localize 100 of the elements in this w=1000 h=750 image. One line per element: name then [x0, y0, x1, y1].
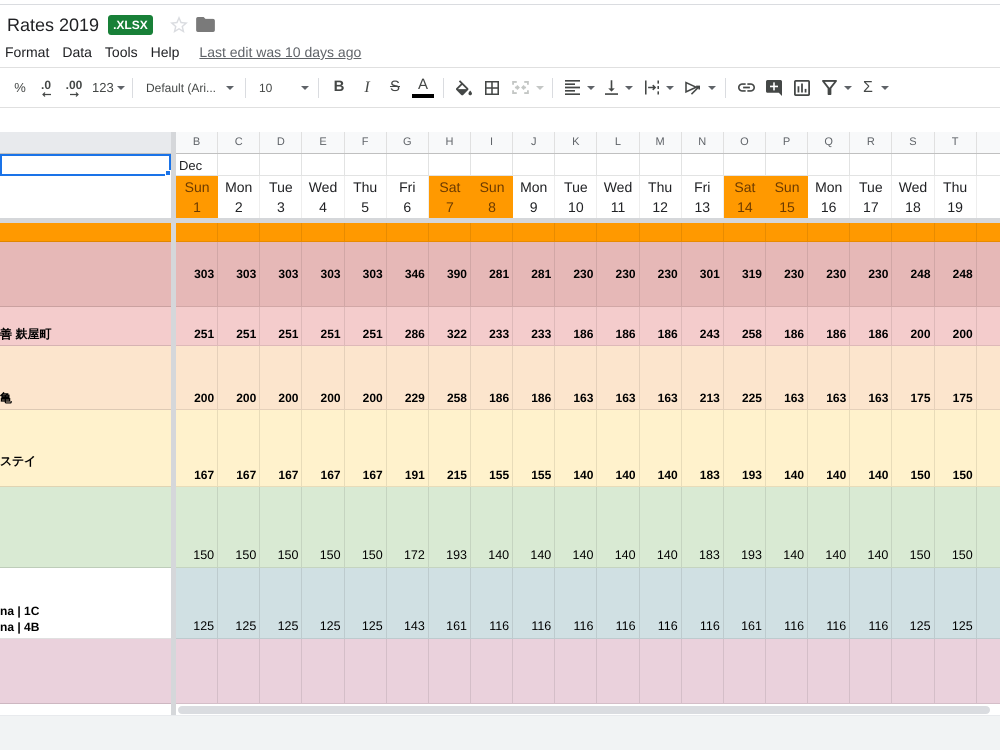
column-header[interactable]: D [260, 132, 302, 153]
table-cell: 200 [176, 346, 218, 410]
selection-handle-icon[interactable] [165, 170, 171, 176]
table-cell: 163 [766, 346, 808, 410]
strikethrough-button[interactable]: S [381, 74, 409, 102]
star-icon[interactable] [170, 16, 188, 33]
bold-button[interactable]: B [325, 74, 353, 102]
table-cell: 140 [555, 410, 598, 487]
menu-item[interactable]: Format [5, 44, 50, 61]
column-header[interactable]: H [428, 132, 471, 153]
column-header[interactable]: I [470, 132, 514, 153]
table-cell: 303 [218, 242, 260, 307]
table-cell: 186 [513, 346, 556, 410]
weekday-text: Wed [604, 178, 632, 197]
weekday-text: Thu [353, 178, 378, 197]
table-cell: 116 [470, 568, 514, 639]
column-header[interactable]: B [176, 132, 218, 153]
table-cell: 167 [344, 410, 387, 487]
table-cell: 161 [724, 568, 766, 639]
table-cell: 125 [344, 568, 387, 639]
table-cell [976, 223, 1000, 242]
menu-item[interactable]: Tools [104, 44, 138, 61]
table-cell: 125 [260, 568, 302, 639]
table-cell [976, 639, 1000, 704]
menu-item[interactable]: Data [62, 44, 92, 61]
table-cell: 116 [766, 568, 808, 639]
table-cell: 150 [934, 410, 977, 487]
paint-bucket-icon [456, 80, 472, 96]
date-text: 10 [568, 198, 584, 217]
table-cell: 200 [218, 346, 260, 410]
functions-button[interactable]: Σ [856, 74, 896, 102]
row-label: 亀 [0, 390, 13, 406]
table-cell: 140 [640, 410, 682, 487]
column-header[interactable]: L [597, 132, 640, 153]
decrease-decimal-button[interactable]: .0 [32, 74, 60, 102]
selected-cell[interactable] [0, 154, 171, 176]
table-cell: 163 [555, 346, 598, 410]
date-text: 2 [234, 198, 243, 217]
font-size-select[interactable]: 10 [252, 74, 312, 102]
text-wrap-icon [645, 80, 659, 95]
column-header[interactable]: C [218, 132, 260, 153]
column-header[interactable]: M [640, 132, 682, 153]
table-cell: 155 [470, 410, 514, 487]
table-cell: 125 [934, 568, 977, 639]
number-format-button[interactable]: 123 [88, 74, 126, 102]
column-header[interactable]: R [850, 132, 892, 153]
table-cell: 186 [766, 307, 808, 346]
table-cell: 301 [682, 242, 724, 307]
folder-icon[interactable] [196, 17, 215, 32]
table-cell: 116 [682, 568, 724, 639]
font-select[interactable]: Default (Ari... [139, 74, 239, 102]
table-cell: 161 [428, 568, 471, 639]
column-header[interactable]: K [555, 132, 598, 153]
column-header[interactable]: F [344, 132, 387, 153]
table-cell: 167 [302, 410, 345, 487]
table-cell: 186 [597, 307, 640, 346]
column-header[interactable]: T [934, 132, 977, 153]
column-header[interactable]: J [513, 132, 556, 153]
table-cell: 281 [513, 242, 556, 307]
weekday-text: Tue [859, 178, 883, 197]
table-cell: 163 [808, 346, 850, 410]
column-header[interactable]: S [892, 132, 935, 153]
table-cell: 140 [555, 487, 598, 568]
weekday-text: Tue [269, 178, 293, 197]
increase-decimal-button[interactable]: .00 [60, 74, 88, 102]
date-text: 3 [276, 198, 285, 217]
column-header[interactable]: O [724, 132, 766, 153]
percent-button[interactable]: % [8, 74, 32, 102]
table-cell: 193 [428, 487, 471, 568]
column-header[interactable]: Q [808, 132, 850, 153]
column-header[interactable]: E [302, 132, 345, 153]
table-cell: 175 [934, 346, 977, 410]
filter-icon [822, 80, 837, 95]
row-label: na | 1C [0, 603, 40, 619]
column-header[interactable]: N [682, 132, 724, 153]
table-cell: 186 [640, 307, 682, 346]
weekday-text: Mon [225, 178, 252, 197]
table-cell: 258 [724, 307, 766, 346]
table-cell: 229 [386, 346, 429, 410]
date-text: 6 [403, 198, 412, 217]
table-cell: 258 [428, 346, 471, 410]
table-cell [976, 568, 1000, 639]
text-color-button[interactable]: A [409, 74, 437, 102]
table-cell: 167 [218, 410, 260, 487]
last-edit-link[interactable]: Last edit was 10 days ago [199, 44, 362, 61]
scrollbar-thumb[interactable] [178, 706, 990, 714]
table-cell: 116 [640, 568, 682, 639]
weekday-text: Sat [439, 178, 460, 197]
menu-item[interactable]: Help [150, 44, 180, 61]
table-cell: 150 [302, 487, 345, 568]
decimal-label: .0 [40, 78, 51, 92]
italic-button[interactable]: I [353, 74, 381, 102]
weekday-text: Tue [564, 178, 588, 197]
date-text: 12 [652, 198, 668, 217]
document-title[interactable]: Rates 2019 [7, 12, 100, 36]
table-cell: 303 [302, 242, 345, 307]
column-header[interactable]: G [386, 132, 429, 153]
table-cell: 200 [260, 346, 302, 410]
column-header[interactable]: P [766, 132, 808, 153]
table-cell: 193 [724, 410, 766, 487]
